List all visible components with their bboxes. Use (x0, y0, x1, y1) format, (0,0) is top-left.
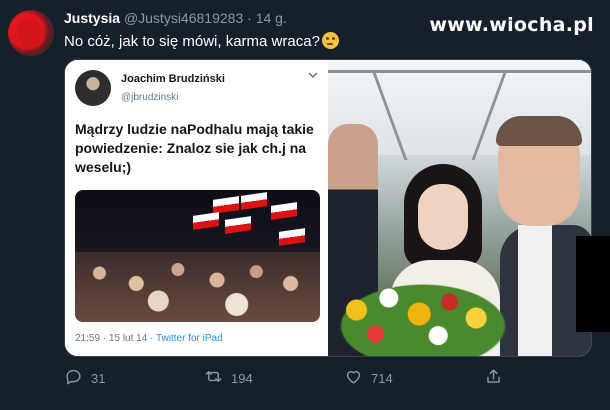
retweet-icon (204, 367, 223, 389)
author-name[interactable]: Justysia (64, 10, 120, 26)
crowd-photo (75, 190, 320, 322)
quoted-author-name: Joachim Brudziński (121, 73, 225, 85)
like-count: 714 (371, 370, 393, 386)
watermark: www.wiocha.pl (429, 14, 594, 36)
quoted-source-link: Twitter for iPad (155, 333, 223, 344)
quoted-author-avatar (75, 70, 111, 106)
share-button[interactable] (484, 367, 503, 389)
share-icon (484, 367, 503, 389)
reply-icon (64, 367, 83, 389)
reply-count: 31 (91, 370, 106, 386)
quoted-tweet-screenshot: Joachim Brudziński @jbrudzinski Mądrzy l… (65, 60, 327, 356)
tweet-header: Justysia @Justysi46819283 · 14 g. (64, 10, 287, 26)
tweet-text-content: No cóż, jak to się mówi, karma wraca? (64, 33, 320, 50)
quoted-timestamp-text: 21:59 · 15 lut 14 · (75, 333, 156, 344)
retweet-button[interactable]: 194 (204, 367, 253, 389)
black-bar (576, 236, 610, 332)
quoted-author-handle: @jbrudzinski (121, 92, 179, 103)
chevron-down-icon (308, 71, 318, 81)
quoted-tweet-timestamp: 21:59 · 15 lut 14 · Twitter for iPad (75, 333, 223, 344)
retweet-count: 194 (231, 370, 253, 386)
heart-icon (344, 367, 363, 389)
thinking-face-emoji (321, 32, 339, 49)
tweet-media[interactable]: Joachim Brudziński @jbrudzinski Mądrzy l… (64, 59, 592, 357)
quoted-tweet-text: Mądrzy ludzie naPodhalu mają takie powie… (75, 121, 314, 175)
author-handle[interactable]: @Justysi46819283 (124, 10, 243, 26)
tweet-actions: 31 194 714 (64, 367, 524, 389)
like-button[interactable]: 714 (344, 367, 393, 389)
author-avatar[interactable] (8, 10, 54, 56)
tweet-time[interactable]: 14 g. (256, 10, 287, 26)
separator-dot: · (247, 10, 252, 26)
wedding-photo (328, 60, 591, 356)
reply-button[interactable]: 31 (64, 367, 105, 389)
tweet-text: No cóż, jak to się mówi, karma wraca? (64, 32, 339, 50)
